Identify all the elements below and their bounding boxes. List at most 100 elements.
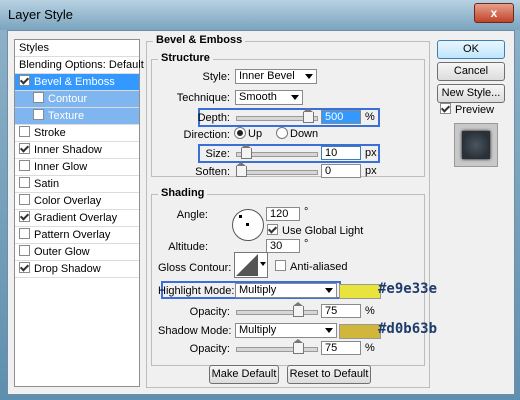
preview-checkbox[interactable] xyxy=(440,103,451,114)
shadow-opacity-label: Opacity: xyxy=(189,343,230,355)
highlight-opacity-slider[interactable] xyxy=(236,302,318,317)
styles-item-checkbox[interactable] xyxy=(19,75,30,86)
styles-item-gradient-overlay[interactable]: Gradient Overlay xyxy=(15,210,139,227)
depth-slider-thumb[interactable] xyxy=(303,108,314,123)
styles-item-checkbox[interactable] xyxy=(19,211,30,222)
global-light-text: Use Global Light xyxy=(282,225,364,237)
anti-aliased-text: Anti-aliased xyxy=(290,261,348,273)
soften-slider-thumb[interactable] xyxy=(236,162,247,177)
styles-item-contour[interactable]: Contour xyxy=(15,91,139,108)
depth-slider[interactable] xyxy=(236,108,318,123)
shadow-color-swatch[interactable] xyxy=(339,324,381,339)
style-select[interactable]: Inner Bevel xyxy=(235,69,317,84)
bevel-emboss-title: Bevel & Emboss xyxy=(153,34,246,46)
angle-unit: ° xyxy=(304,206,309,218)
styles-item-inner-shadow[interactable]: Inner Shadow xyxy=(15,142,139,159)
styles-item-checkbox[interactable] xyxy=(19,143,30,154)
styles-item-pattern-overlay[interactable]: Pattern Overlay xyxy=(15,227,139,244)
global-light-checkbox[interactable] xyxy=(267,224,278,235)
shadow-opacity-input[interactable]: 75 xyxy=(321,341,361,355)
angle-input[interactable]: 120 xyxy=(266,207,300,221)
preview-swatch xyxy=(462,131,490,159)
gloss-contour-picker[interactable] xyxy=(234,252,268,278)
chevron-down-icon xyxy=(291,95,299,100)
depth-label: Depth: xyxy=(197,112,230,124)
styles-item-styles[interactable]: Styles xyxy=(15,40,139,57)
preview-option[interactable]: Preview xyxy=(440,103,494,116)
styles-item-drop-shadow[interactable]: Drop Shadow xyxy=(15,261,139,278)
size-input[interactable]: 10 xyxy=(321,146,361,160)
size-unit: px xyxy=(365,147,377,159)
shading-title: Shading xyxy=(158,187,208,199)
highlight-color-hex: #e9e33e xyxy=(378,281,438,297)
direction-down-option[interactable]: Down xyxy=(276,127,318,140)
altitude-label: Altitude: xyxy=(168,241,208,253)
styles-item-blending-options-default[interactable]: Blending Options: Default xyxy=(15,57,144,74)
styles-item-checkbox[interactable] xyxy=(19,245,30,256)
altitude-unit: ° xyxy=(304,238,309,250)
window-title: Layer Style xyxy=(8,7,74,22)
shadow-opacity-slider[interactable] xyxy=(236,339,318,354)
cancel-button[interactable]: Cancel xyxy=(437,62,505,81)
shadow-opacity-slider-thumb[interactable] xyxy=(293,339,304,354)
soften-input[interactable]: 0 xyxy=(321,164,361,178)
styles-item-checkbox[interactable] xyxy=(19,160,30,171)
dialog-body: Styles Blending Options: Default Bevel & E… xyxy=(7,30,515,395)
shadow-mode-select[interactable]: Multiply xyxy=(235,323,337,338)
styles-item-bevel-emboss[interactable]: Bevel & Emboss xyxy=(15,74,139,91)
anti-aliased-option[interactable]: Anti-aliased xyxy=(275,260,347,273)
styles-item-checkbox[interactable] xyxy=(19,177,30,188)
angle-label: Angle: xyxy=(176,209,208,221)
styles-item-color-overlay[interactable]: Color Overlay xyxy=(15,193,139,210)
styles-item-label: Gradient Overlay xyxy=(34,212,118,224)
global-light-option[interactable]: Use Global Light xyxy=(267,224,363,237)
styles-list: Styles Blending Options: Default Bevel & E… xyxy=(14,39,144,387)
styles-item-label: Color Overlay xyxy=(34,195,102,207)
styles-item-satin[interactable]: Satin xyxy=(15,176,139,193)
reset-to-default-button[interactable]: Reset to Default xyxy=(287,365,371,384)
highlight-opacity-input[interactable]: 75 xyxy=(321,304,361,318)
styles-item-checkbox[interactable] xyxy=(33,109,44,120)
direction-down-radio[interactable] xyxy=(276,127,288,139)
anti-aliased-checkbox[interactable] xyxy=(275,260,286,271)
technique-select[interactable]: Smooth xyxy=(235,90,303,105)
styles-item-label: Contour xyxy=(48,93,88,105)
styles-item-outer-glow[interactable]: Outer Glow xyxy=(15,244,139,261)
styles-item-label: Texture xyxy=(48,110,85,122)
angle-dial[interactable] xyxy=(232,209,264,241)
ok-button[interactable]: OK xyxy=(437,40,505,59)
styles-item-checkbox[interactable] xyxy=(19,228,30,239)
chevron-down-icon xyxy=(305,74,313,79)
styles-item-checkbox[interactable] xyxy=(19,194,30,205)
styles-item-checkbox[interactable] xyxy=(19,126,30,137)
highlight-mode-select[interactable]: Multiply xyxy=(235,283,337,298)
styles-item-checkbox[interactable] xyxy=(19,262,30,273)
depth-unit: % xyxy=(365,111,375,123)
size-slider[interactable] xyxy=(236,144,318,159)
styles-item-texture[interactable]: Texture xyxy=(15,108,139,125)
close-button[interactable]: x xyxy=(474,3,514,23)
direction-up-radio[interactable] xyxy=(234,127,246,139)
direction-up-option[interactable]: Up xyxy=(234,127,262,140)
angle-dial-center xyxy=(246,223,249,226)
styles-item-label: Blending Options: Default xyxy=(19,59,144,71)
size-slider-thumb[interactable] xyxy=(241,144,252,159)
depth-input[interactable]: 500 xyxy=(321,110,361,124)
technique-value: Smooth xyxy=(239,91,277,103)
highlight-mode-value: Multiply xyxy=(239,284,277,296)
highlight-opacity-label: Opacity: xyxy=(189,306,230,318)
chevron-down-icon xyxy=(325,288,333,293)
altitude-input[interactable]: 30 xyxy=(266,239,300,253)
styles-item-label: Drop Shadow xyxy=(34,263,101,275)
highlight-color-swatch[interactable] xyxy=(339,284,381,299)
styles-item-stroke[interactable]: Stroke xyxy=(15,125,139,142)
new-style-button[interactable]: New Style... xyxy=(437,84,505,103)
title-bar[interactable]: Layer Style x xyxy=(0,0,520,30)
styles-item-checkbox[interactable] xyxy=(33,92,44,103)
highlight-opacity-slider-thumb[interactable] xyxy=(293,302,304,317)
shadow-color-hex: #d0b63b xyxy=(378,321,438,337)
styles-item-inner-glow[interactable]: Inner Glow xyxy=(15,159,139,176)
soften-slider[interactable] xyxy=(236,162,318,177)
gloss-contour-label: Gloss Contour: xyxy=(158,262,232,274)
make-default-button[interactable]: Make Default xyxy=(209,365,279,384)
